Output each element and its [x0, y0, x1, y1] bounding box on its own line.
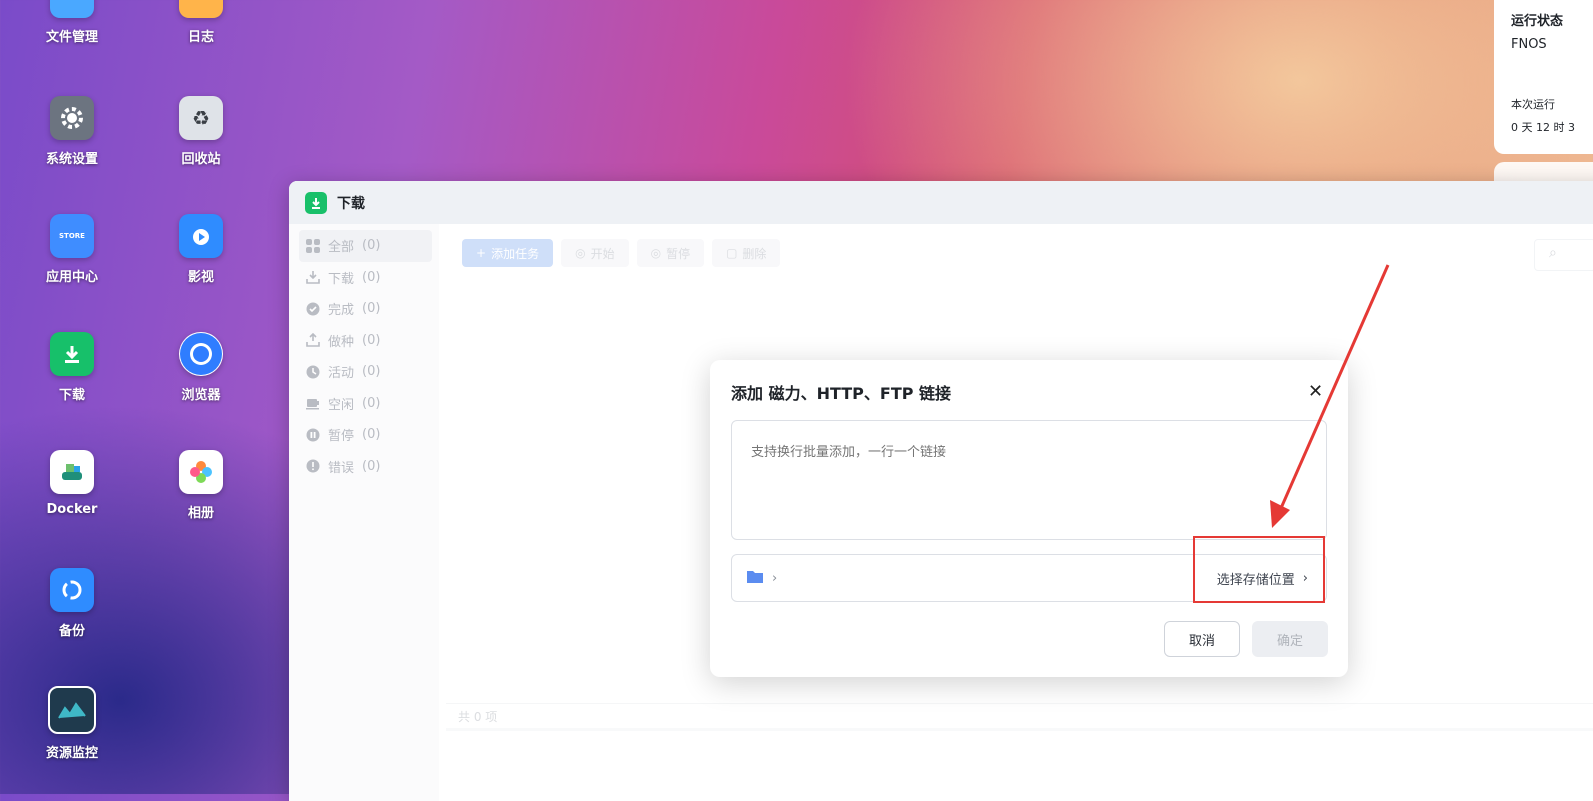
- pause-circle-icon: [306, 428, 320, 442]
- status-widget-secondary: [1494, 162, 1593, 182]
- desktop-icon-label: 浏览器: [181, 388, 221, 403]
- desktop-icon-label: 日志: [187, 30, 214, 45]
- sidebar-item-paused[interactable]: 暂停 (0): [289, 419, 439, 451]
- grid-icon: [306, 238, 320, 253]
- desktop-icon-label: 相册: [187, 506, 214, 521]
- sidebar-item-count: (0): [362, 332, 381, 348]
- status-widget: 运行状态 FNOS 本次运行 0 天 12 时 3: [1494, 0, 1593, 154]
- sidebar-item-label: 暂停: [328, 429, 355, 445]
- backup-icon: [50, 568, 94, 612]
- desktop-icon-download[interactable]: 下载: [17, 332, 127, 403]
- add-link-dialog: 添加 磁力、HTTP、FTP 链接 ✕ › 选择存储位置 › 取消 确定: [710, 360, 1348, 677]
- sidebar-item-seeding[interactable]: 做种 (0): [289, 325, 439, 357]
- docker-icon: [50, 450, 94, 494]
- desktop-icon-file-manager[interactable]: 文件管理: [17, 0, 127, 45]
- desktop-icon-label: 影视: [187, 270, 214, 285]
- sidebar-item-label: 活动: [328, 366, 355, 382]
- video-icon: [179, 214, 223, 258]
- error-circle-icon: [306, 459, 320, 473]
- download-icon: [50, 332, 94, 376]
- sidebar-item-count: (0): [362, 395, 381, 411]
- status-heading: 运行状态: [1511, 14, 1564, 29]
- desktop-icon-settings[interactable]: 系统设置: [17, 96, 127, 167]
- sidebar-item-label: 全部: [328, 240, 355, 256]
- browser-icon: [179, 332, 223, 376]
- cup-icon: [306, 396, 320, 410]
- upload-tray-icon: [306, 333, 320, 348]
- sidebar-item-count: (0): [362, 427, 381, 443]
- store-icon: STORE: [50, 214, 94, 258]
- annotation-highlight-box: [1193, 536, 1325, 603]
- monitor-icon: [48, 686, 96, 734]
- sidebar-item-idle[interactable]: 空闲 (0): [289, 388, 439, 420]
- desktop-icon-label: 系统设置: [45, 152, 98, 167]
- sidebar-item-downloading[interactable]: 下载 (0): [289, 262, 439, 294]
- sidebar-item-count: (0): [362, 301, 381, 317]
- desktop-icon-monitor[interactable]: 资源监控: [17, 686, 127, 761]
- desktop-icon-app-center[interactable]: STORE 应用中心: [17, 214, 127, 285]
- download-app-icon: [305, 191, 327, 214]
- sidebar-item-count: (0): [362, 269, 381, 285]
- cancel-button[interactable]: 取消: [1164, 621, 1240, 657]
- sidebar-item-label: 空闲: [328, 397, 355, 413]
- sidebar-item-label: 错误: [328, 460, 355, 476]
- link-textarea[interactable]: [731, 420, 1327, 540]
- sidebar-item-count: (0): [362, 364, 381, 380]
- desktop-icon-docker[interactable]: Docker: [17, 450, 127, 517]
- desktop-icon-log[interactable]: 日志: [146, 0, 256, 45]
- download-tray-icon: [306, 270, 320, 285]
- desktop-icon-backup[interactable]: 备份: [17, 568, 127, 639]
- desktop-icon-recycle[interactable]: ♻ 回收站: [146, 96, 256, 167]
- folder-icon: [50, 0, 94, 18]
- window-titlebar[interactable]: 下载: [289, 181, 1593, 224]
- sidebar-item-completed[interactable]: 完成 (0): [289, 293, 439, 325]
- sidebar-item-active[interactable]: 活动 (0): [289, 356, 439, 388]
- sidebar-item-count: (0): [362, 238, 381, 254]
- desktop-icon-photos[interactable]: 相册: [146, 450, 256, 521]
- log-icon: [179, 0, 223, 18]
- dialog-title: 添加 磁力、HTTP、FTP 链接: [731, 384, 952, 403]
- desktop-icon-label: 文件管理: [45, 30, 98, 45]
- sidebar-item-label: 做种: [328, 334, 355, 350]
- sidebar-item-all[interactable]: 全部 (0): [299, 230, 432, 262]
- uptime-value: 0 天 12 时 3: [1511, 121, 1575, 134]
- desktop-icon-video[interactable]: 影视: [146, 214, 256, 285]
- sidebar-item-count: (0): [362, 458, 381, 474]
- desktop-icon-label: 回收站: [181, 152, 221, 167]
- desktop-icon-label: 应用中心: [45, 270, 98, 285]
- sidebar: 全部 (0) 下载 (0) 完成 (0) 做种 (0) 活动 (0) 空闲 (0…: [289, 224, 439, 801]
- sidebar-item-label: 下载: [328, 271, 355, 287]
- status-os: FNOS: [1511, 37, 1547, 52]
- window-title: 下载: [337, 195, 365, 212]
- sidebar-item-error[interactable]: 错误 (0): [289, 451, 439, 483]
- uptime-label: 本次运行: [1511, 98, 1555, 111]
- recycle-bin-icon: ♻: [179, 96, 223, 140]
- desktop-icon-label: 下载: [58, 388, 85, 403]
- folder-icon: [746, 569, 764, 588]
- gear-icon: [50, 96, 94, 140]
- photos-icon: [179, 450, 223, 494]
- check-circle-icon: [306, 302, 320, 316]
- desktop-icon-label: Docker: [46, 502, 98, 517]
- desktop-icon-browser[interactable]: 浏览器: [146, 332, 256, 403]
- annotation-arrow: [1270, 264, 1390, 528]
- desktop-icon-label: 资源监控: [45, 746, 98, 761]
- confirm-button[interactable]: 确定: [1252, 621, 1328, 657]
- chevron-right-icon: ›: [772, 570, 778, 586]
- sidebar-item-label: 完成: [328, 303, 355, 319]
- activity-icon: [306, 365, 320, 379]
- desktop-icon-label: 备份: [58, 624, 85, 639]
